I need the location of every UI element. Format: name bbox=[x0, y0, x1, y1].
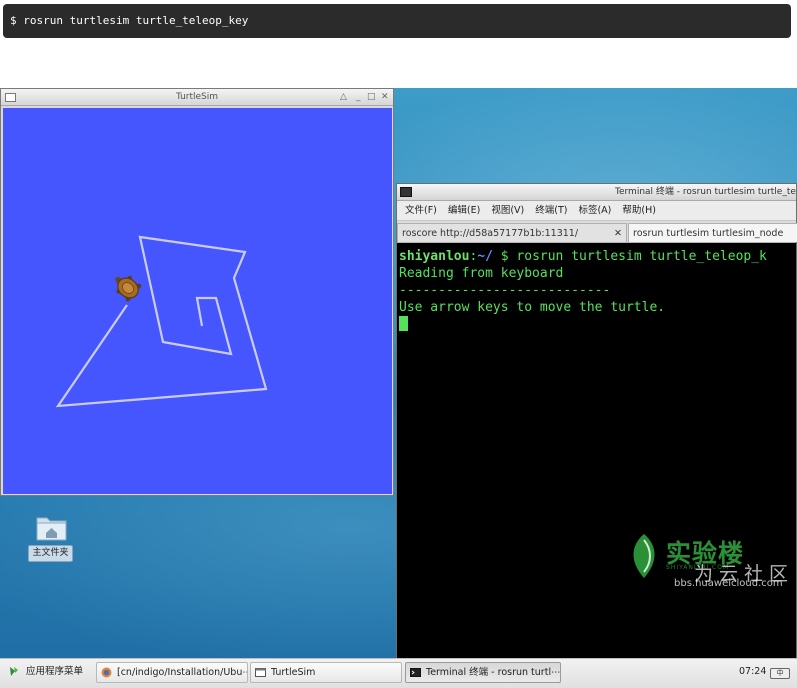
desktop: TurtleSim △ _ □ ✕ 主文件夹 Terminal 终端 - ros… bbox=[0, 88, 797, 688]
turtle-trail bbox=[55, 235, 268, 408]
close-button[interactable]: ✕ bbox=[381, 92, 389, 103]
tab-roscore-label: roscore http://d58a57177b1b:11311/ bbox=[402, 228, 579, 239]
keyboard-layout-indicator[interactable]: 中 bbox=[770, 668, 790, 679]
home-folder-icon bbox=[35, 512, 68, 542]
terminal-line: Reading from keyboard bbox=[399, 266, 564, 281]
terminal-cursor bbox=[399, 316, 408, 331]
turtlesim-window: TurtleSim △ _ □ ✕ bbox=[0, 88, 394, 496]
clock[interactable]: 07:24 bbox=[739, 662, 766, 681]
taskbar-item-turtlesim[interactable]: TurtleSim bbox=[250, 662, 402, 683]
terminal-line: --------------------------- bbox=[399, 283, 611, 298]
prompt-path: ~/ bbox=[477, 249, 493, 264]
turtlesim-title: TurtleSim bbox=[175, 92, 219, 102]
maximize-button[interactable]: □ bbox=[367, 92, 376, 103]
taskbar-item-terminal[interactable]: Terminal 终端 - rosrun turtl⋯ bbox=[405, 662, 561, 683]
menu-view[interactable]: 视图(V) bbox=[491, 205, 524, 216]
watermark-url: bbs.huaweicloud.com bbox=[674, 578, 783, 589]
home-folder-label: 主文件夹 bbox=[28, 545, 73, 562]
terminal-line: Use arrow keys to move the turtle. bbox=[399, 300, 666, 315]
window-icon bbox=[255, 668, 266, 677]
firefox-icon bbox=[101, 667, 112, 678]
taskbar: 应用程序菜单 [cn/indigo/Installation/Ubu⋯ Turt… bbox=[0, 658, 797, 688]
terminal-app-icon[interactable] bbox=[400, 187, 412, 197]
tab-roscore[interactable]: roscore http://d58a57177b1b:11311/ ✕ bbox=[397, 223, 627, 242]
taskbar-item-browser[interactable]: [cn/indigo/Installation/Ubu⋯ bbox=[96, 662, 248, 683]
taskbar-item-terminal-label: Terminal 终端 - rosrun turtl⋯ bbox=[426, 667, 561, 678]
command-code-block: $ rosrun turtlesim turtle_teleop_key bbox=[3, 4, 791, 38]
turtlesim-canvas bbox=[3, 108, 392, 494]
menu-file[interactable]: 文件(F) bbox=[405, 205, 437, 216]
applications-menu-label: 应用程序菜单 bbox=[26, 666, 84, 677]
terminal-output[interactable]: shiyanlou:~/ $ rosrun turtlesim turtle_t… bbox=[397, 245, 796, 660]
terminal-tab-bar: roscore http://d58a57177b1b:11311/ ✕ ros… bbox=[397, 221, 797, 243]
home-folder-desktop-icon[interactable]: 主文件夹 bbox=[28, 512, 74, 562]
prompt-command: $ rosrun turtlesim turtle_teleop_k bbox=[492, 249, 767, 264]
shiyanlou-logo-icon bbox=[633, 534, 655, 578]
minimize-button[interactable]: _ bbox=[356, 92, 361, 103]
watermark: 实验楼 SHIYANLOU.COM 为云社区 bbs.huaweicloud.c… bbox=[626, 532, 796, 592]
menu-tabs[interactable]: 标签(A) bbox=[578, 205, 611, 216]
cursor-line bbox=[399, 316, 796, 333]
turtle-trail-drawing bbox=[55, 235, 268, 408]
menu-help[interactable]: 帮助(H) bbox=[622, 205, 656, 216]
tab-turtlesim-node-label: rosrun turtlesim turtlesim_node bbox=[633, 228, 784, 239]
taskbar-item-browser-label: [cn/indigo/Installation/Ubu⋯ bbox=[117, 667, 248, 678]
page: $ rosrun turtlesim turtle_teleop_key Tur… bbox=[0, 0, 797, 688]
menu-edit[interactable]: 编辑(E) bbox=[448, 205, 480, 216]
taskbar-item-turtlesim-label: TurtleSim bbox=[271, 667, 316, 678]
terminal-prompt-line: shiyanlou:~/ $ rosrun turtlesim turtle_t… bbox=[399, 248, 796, 265]
terminal-menubar: 文件(F) 编辑(E) 视图(V) 终端(T) 标签(A) 帮助(H) bbox=[397, 201, 796, 221]
terminal-icon bbox=[410, 668, 421, 677]
terminal-title: Terminal 终端 - rosrun turtlesim turtle_te bbox=[615, 187, 796, 197]
turtlesim-titlebar[interactable]: TurtleSim △ _ □ ✕ bbox=[1, 89, 393, 106]
tab-turtlesim-node[interactable]: rosrun turtlesim turtlesim_node bbox=[628, 223, 797, 242]
prompt-user: shiyanlou bbox=[399, 249, 470, 264]
xfce-logo-icon bbox=[10, 667, 18, 676]
turtle-icon bbox=[115, 275, 142, 302]
menu-terminal[interactable]: 终端(T) bbox=[535, 205, 567, 216]
shade-button[interactable]: △ bbox=[340, 92, 347, 103]
tab-close-icon[interactable]: ✕ bbox=[614, 224, 622, 242]
applications-menu-button[interactable]: 应用程序菜单 bbox=[6, 662, 96, 683]
terminal-titlebar[interactable]: Terminal 终端 - rosrun turtlesim turtle_te bbox=[397, 184, 796, 201]
